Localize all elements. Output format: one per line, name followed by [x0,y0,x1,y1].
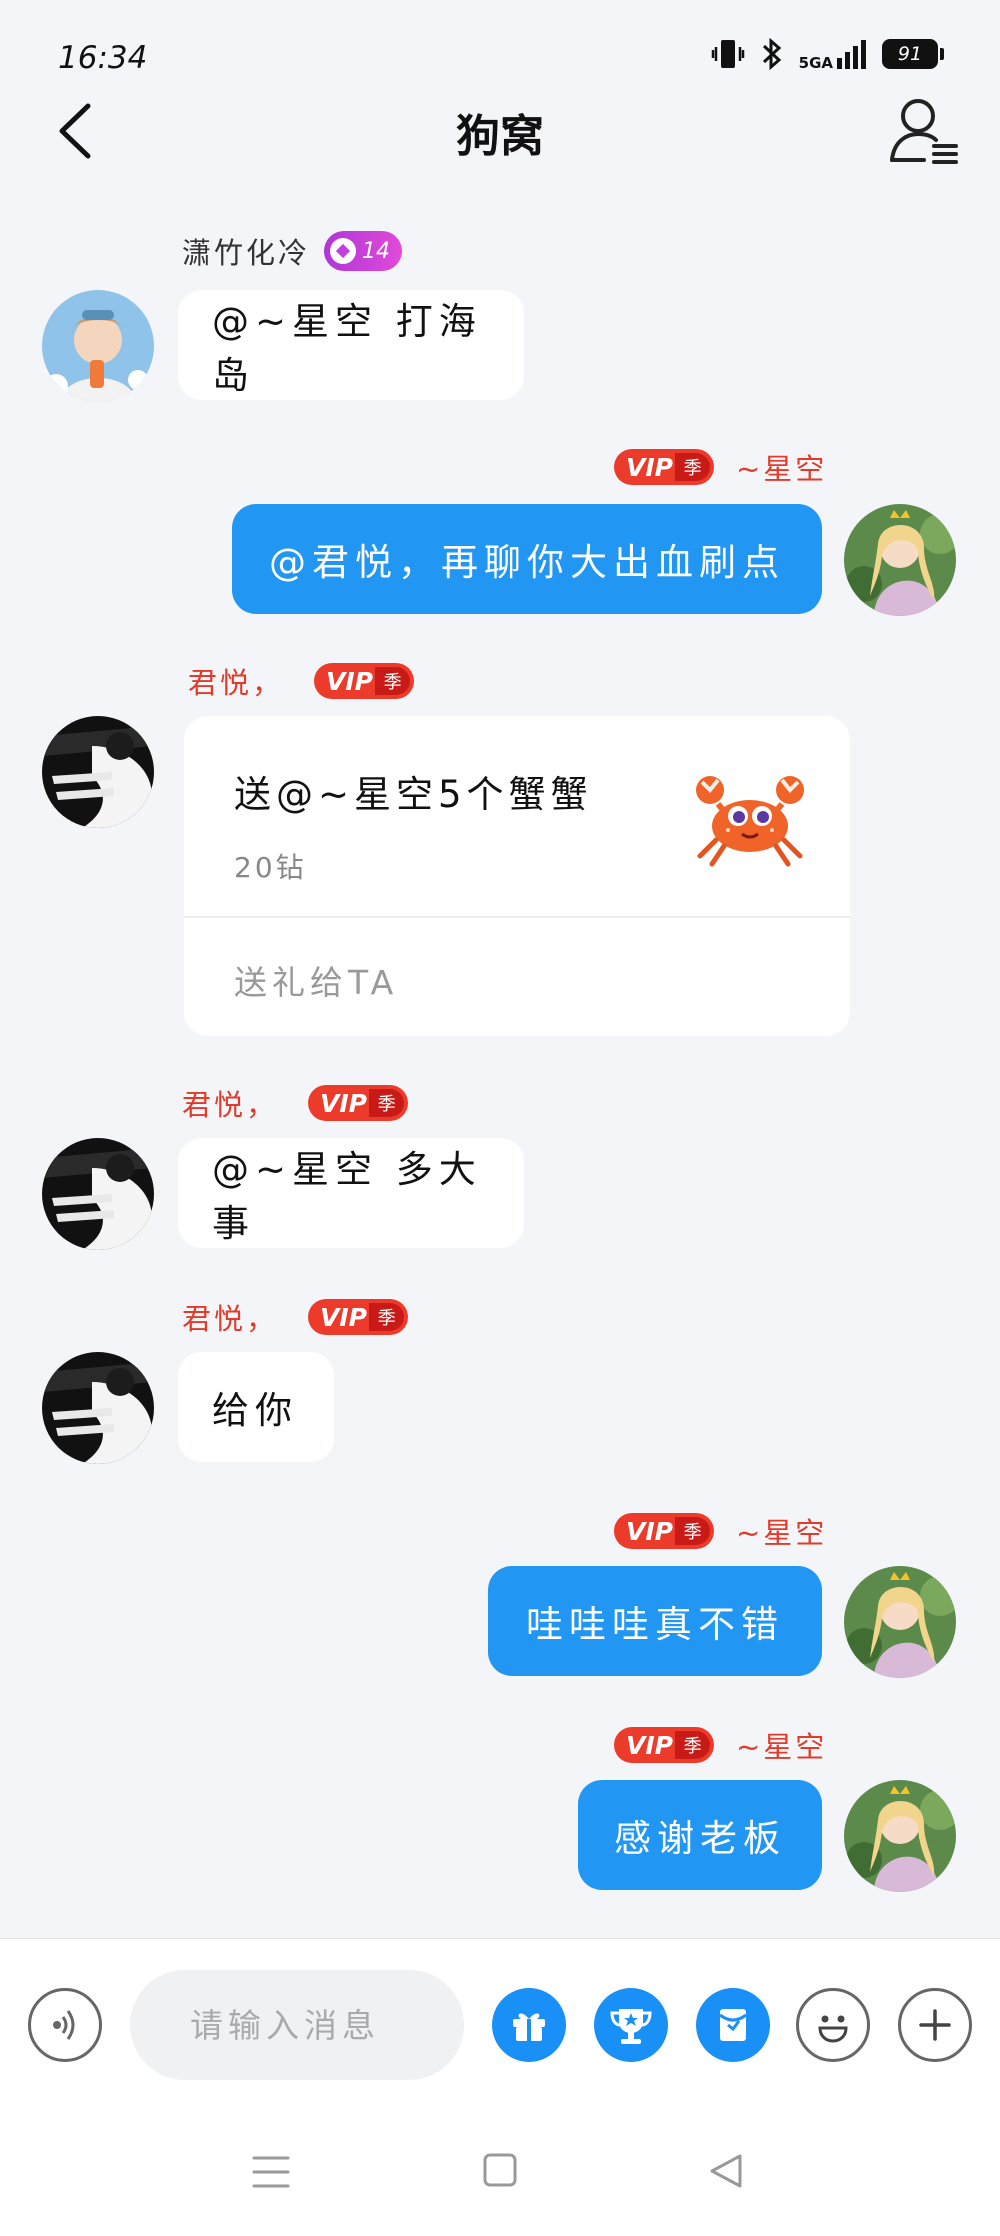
voice-icon[interactable] [28,1988,102,2062]
gift-title: 送@~星空5个蟹蟹 [234,773,593,816]
message-bubble[interactable]: @君悦，再聊你大出血刷点 [232,504,822,614]
vip-label: VIP [626,1516,673,1546]
level-badge: 14 [324,231,403,271]
vip-badge: VIP 季 [614,449,714,485]
message-header: 君悦， VIP 季 [188,660,415,702]
message-bubble[interactable]: @~星空 多大事 [178,1138,524,1248]
vip-season-label: 季 [369,1089,405,1117]
status-time: 16:34 [58,40,148,76]
vip-label: VIP [320,1088,367,1118]
avatar[interactable] [42,290,154,402]
emoji-icon[interactable] [796,1988,870,2062]
avatar[interactable] [844,1566,956,1678]
menu-icon[interactable] [252,2154,290,2190]
signal-indicator: 5GA [798,38,868,72]
vip-badge: VIP 季 [614,1513,714,1549]
sender-name: 君悦， [188,666,285,700]
vip-label: VIP [626,452,673,482]
gift-divider [184,916,850,918]
sender-name: ~星空 [736,1730,828,1764]
trophy-icon[interactable] [594,1988,668,2062]
sender-name: 君悦， [182,1088,279,1122]
message-bubble[interactable]: 哇哇哇真不错 [488,1566,822,1676]
back-triangle-icon[interactable] [708,2152,744,2190]
vip-badge: VIP 季 [308,1085,409,1121]
vip-badge: VIP 季 [308,1299,409,1335]
avatar[interactable] [42,1352,154,1464]
message-bubble[interactable]: 给你 [178,1352,334,1462]
message-header: VIP 季 ~星空 [614,446,827,488]
message-header: VIP 季 ~星空 [614,1724,827,1766]
message-header: VIP 季 ~星空 [614,1510,827,1552]
send-gift-link[interactable]: 送礼给TA [234,956,398,1004]
message-input[interactable] [130,1970,464,2080]
sender-name: 君悦， [182,1302,279,1336]
gift-card[interactable]: 送@~星空5个蟹蟹 20钻 送礼给TA [184,716,850,1036]
vip-season-label: 季 [675,453,710,481]
plus-icon[interactable] [898,1988,972,2062]
sender-name: ~星空 [736,452,828,486]
avatar[interactable] [42,716,154,828]
vip-season-label: 季 [369,1303,405,1331]
message-header: 君悦， VIP 季 [182,1082,409,1124]
sender-name: ~星空 [736,1516,828,1550]
vip-season-label: 季 [375,667,411,695]
message-header: 君悦， VIP 季 [182,1296,409,1338]
signal-bars-icon [837,40,866,69]
vibrate-icon [711,40,744,68]
message-bubble[interactable]: 感谢老板 [578,1780,822,1890]
red-packet-icon[interactable] [696,1988,770,2062]
gift-icon[interactable] [492,1988,566,2062]
avatar[interactable] [844,1780,956,1892]
chat-title: 狗窝 [456,111,544,162]
vip-season-label: 季 [675,1731,710,1759]
avatar[interactable] [844,504,956,616]
bluetooth-icon [762,37,781,71]
group-members-icon[interactable] [888,96,960,168]
diamond-icon [330,238,357,264]
battery-indicator: 91 [882,39,944,69]
message-header: 潇竹化冷 14 [182,230,403,272]
gift-price: 20钻 [234,851,307,884]
vip-badge: VIP 季 [614,1727,714,1763]
vip-season-label: 季 [675,1517,710,1545]
vip-label: VIP [320,1302,367,1332]
sender-name: 潇竹化冷 [182,236,311,270]
crab-icon [696,776,804,867]
status-icons: 5GA 91 [711,36,944,72]
message-bubble[interactable]: @~星空 打海岛 [178,290,524,400]
level-value: 14 [362,238,391,264]
vip-badge: VIP 季 [314,663,415,699]
vip-label: VIP [626,1730,673,1760]
home-icon[interactable] [482,2152,518,2188]
avatar[interactable] [42,1138,154,1250]
vip-label: VIP [326,666,373,696]
signal-label: 5GA [798,54,833,72]
